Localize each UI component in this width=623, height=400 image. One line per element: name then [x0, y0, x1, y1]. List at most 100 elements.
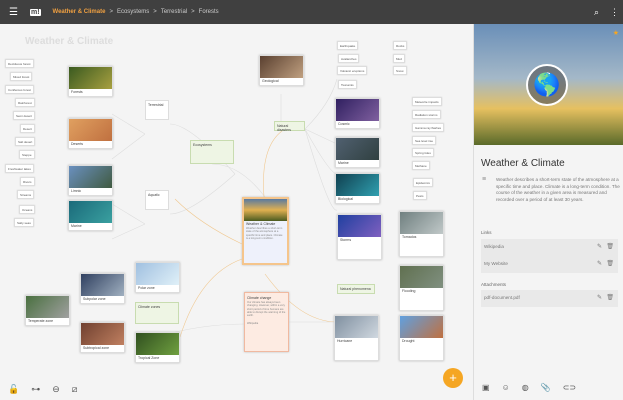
node-label: Mud — [396, 56, 402, 61]
image-card-node[interactable]: Tropical Zone — [135, 332, 180, 363]
node-label: Desert — [23, 126, 32, 131]
image-card-node[interactable]: Hurricane — [334, 315, 379, 361]
map-leaf-node[interactable]: Epidemics — [413, 178, 433, 187]
node-label: Ecosystems — [193, 143, 212, 147]
node-image — [260, 56, 303, 78]
map-leaf-node[interactable]: Desert — [20, 124, 35, 133]
attach-icon[interactable]: 📎 — [541, 383, 551, 392]
image-card-node[interactable]: Tornados — [399, 211, 444, 257]
delete-icon[interactable]: 🗑 — [606, 294, 614, 301]
map-leaf-node[interactable]: Rainforest — [15, 98, 35, 107]
map-leaf-node[interactable]: Methane — [412, 161, 430, 170]
delete-icon[interactable]: 🗑 — [606, 260, 614, 267]
menu-icon[interactable]: ☰ — [9, 7, 18, 18]
image-card-node[interactable]: Forests — [68, 66, 113, 97]
add-image-icon[interactable]: ▣ — [482, 383, 490, 392]
node-image — [81, 274, 124, 296]
map-leaf-node[interactable]: Earthquake — [337, 41, 359, 50]
image-card-node[interactable]: Polar zone — [135, 262, 180, 293]
map-leaf-node[interactable]: Streams — [17, 190, 35, 199]
fit-screen-icon[interactable]: ⧄ — [72, 384, 78, 395]
image-card-node[interactable]: Drought — [399, 315, 444, 361]
breadcrumb-item[interactable]: Weather & Climate — [53, 9, 106, 15]
text-node[interactable]: Natural disasters — [274, 121, 305, 132]
breadcrumb-item[interactable]: Forests — [199, 9, 219, 15]
more-vert-icon[interactable]: ⋮ — [610, 7, 619, 18]
image-card-node[interactable]: Limnic — [68, 165, 113, 196]
zoom-out-icon[interactable]: ⊖ — [52, 384, 60, 395]
add-emoji-icon[interactable]: ☺ — [502, 383, 510, 392]
lock-icon[interactable]: 🔓 — [8, 384, 19, 395]
add-node-button[interactable]: + — [443, 368, 463, 388]
node-image — [69, 67, 112, 89]
text-node[interactable]: Climate zones — [135, 302, 179, 324]
image-card-node[interactable]: Marine — [335, 137, 380, 168]
link-icon[interactable]: ⊂⊃ — [563, 383, 576, 392]
node-image — [336, 174, 379, 196]
text-node[interactable]: Ecosystems — [190, 140, 234, 164]
node-image: 🌎 ★ — [474, 24, 623, 145]
image-card-node[interactable]: Subpolar zone — [80, 273, 125, 304]
map-leaf-node[interactable]: Steppe — [19, 150, 35, 159]
map-leaf-node[interactable]: Radiation storms — [412, 110, 441, 119]
breadcrumb-item[interactable]: Ecosystems — [117, 9, 149, 15]
node-label: Rocks — [396, 43, 405, 48]
map-leaf-node[interactable]: Mud — [393, 54, 405, 63]
map-leaf-node[interactable]: Deciduous forest — [5, 59, 34, 68]
breadcrumb-item[interactable]: Terrestrial — [161, 9, 187, 15]
image-card-node[interactable]: Geological — [259, 55, 304, 86]
image-card-node[interactable]: Temperate zone — [25, 295, 70, 326]
map-leaf-node[interactable]: Mixed forest — [10, 72, 33, 81]
app-logo[interactable]: m! — [29, 8, 41, 16]
image-card-node[interactable]: Biological — [335, 173, 380, 204]
map-leaf-node[interactable]: Coniferous forest — [5, 85, 34, 94]
link-item[interactable]: My Website ✎ 🗑 — [481, 256, 618, 273]
text-node[interactable]: Natural phenomena — [337, 284, 375, 294]
image-card-node[interactable]: Subtropical zone — [80, 322, 125, 353]
node-label: Marine — [338, 161, 349, 165]
map-leaf-node[interactable]: Snow — [393, 66, 407, 75]
map-leaf-node[interactable]: Meteorite impacts — [412, 97, 442, 106]
map-leaf-node[interactable]: Volcanic eruptions — [337, 66, 368, 75]
map-leaf-node[interactable]: Salt desert — [15, 137, 36, 146]
node-label: Semi desert — [16, 113, 33, 118]
map-leaf-node[interactable]: Avalanches — [338, 54, 360, 63]
image-card-node[interactable]: Flooding — [399, 265, 444, 311]
link-text[interactable]: Wikipedia — [484, 244, 504, 249]
attachment-text[interactable]: pdf-document.pdf — [484, 295, 520, 300]
add-color-icon[interactable]: ◍ — [522, 383, 529, 392]
delete-icon[interactable]: 🗑 — [606, 243, 614, 250]
image-card-node[interactable]: Marine — [68, 200, 113, 231]
edit-icon[interactable]: ✎ — [597, 294, 602, 301]
map-leaf-node[interactable]: Rocks — [393, 41, 408, 50]
node-label: Salty seas — [17, 220, 31, 225]
text-node[interactable]: Aquatic — [145, 190, 169, 210]
edit-icon[interactable]: ✎ — [597, 260, 602, 267]
layout-tree-icon[interactable]: ⊶ — [31, 384, 40, 395]
image-card-node[interactable]: Cosmic — [335, 98, 380, 129]
search-icon[interactable]: ⌕ — [594, 7, 599, 18]
map-leaf-node[interactable]: Tsunamis — [338, 80, 357, 89]
link-text[interactable]: My Website — [484, 261, 508, 266]
attachment-item[interactable]: pdf-document.pdf ✎ 🗑 — [481, 290, 618, 307]
map-leaf-node[interactable]: Freshwater lakes — [5, 164, 34, 173]
node-label: Pests — [416, 193, 424, 198]
node-label: Freshwater lakes — [8, 166, 31, 171]
map-leaf-node[interactable]: Sea level rise — [412, 136, 437, 145]
map-leaf-node[interactable]: Gamma ray flashes — [412, 123, 445, 132]
central-node[interactable]: Weather & Climate Weather describes a sho… — [242, 197, 289, 265]
star-icon[interactable]: ★ — [613, 29, 619, 37]
map-leaf-node[interactable]: Rivers — [20, 177, 35, 186]
image-card-node[interactable]: Deserts — [68, 118, 113, 149]
link-item[interactable]: Wikipedia ✎ 🗑 — [481, 239, 618, 256]
map-leaf-node[interactable]: Salty seas — [14, 218, 34, 227]
map-leaf-node[interactable]: Oceans — [19, 205, 36, 214]
climate-change-node[interactable]: Climate change Our climate has always bee… — [244, 292, 289, 352]
map-leaf-node[interactable]: Pests — [413, 191, 427, 200]
map-leaf-node[interactable]: Spring tides — [412, 148, 434, 157]
map-leaf-node[interactable]: Semi desert — [13, 111, 36, 120]
edit-icon[interactable]: ✎ — [597, 243, 602, 250]
image-card-node[interactable]: Storms — [337, 214, 382, 260]
text-node[interactable]: Terrestrial — [145, 100, 169, 120]
node-label: Earthquake — [340, 43, 356, 48]
